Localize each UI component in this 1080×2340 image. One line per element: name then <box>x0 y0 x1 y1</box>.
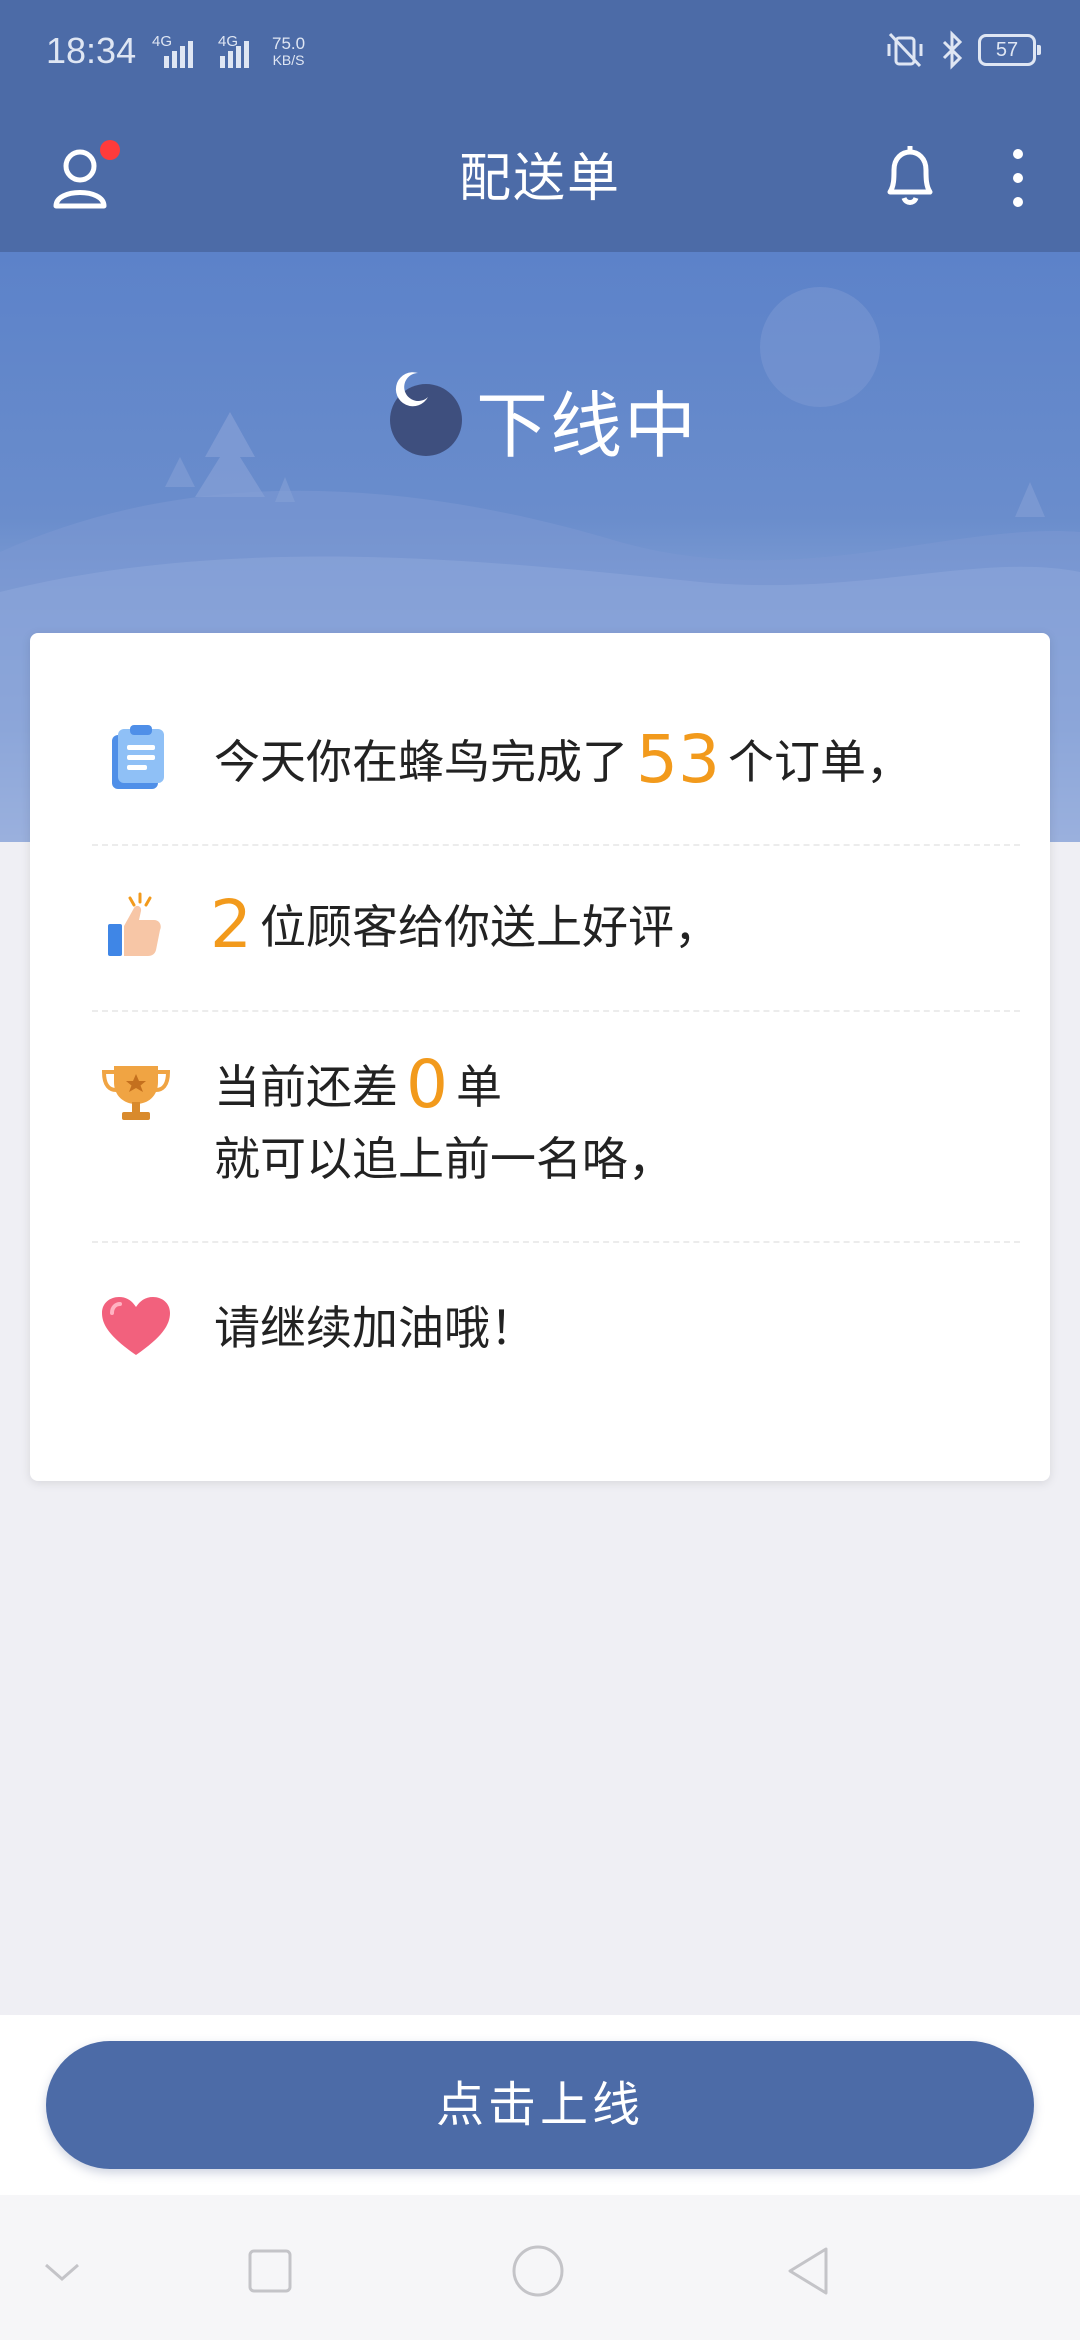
clipboard-icon <box>112 725 164 789</box>
notifications-button[interactable] <box>880 140 940 212</box>
orders-prefix: 今天你在蜂鸟完成了 <box>214 735 628 789</box>
app-header: 配送单 <box>0 104 1080 252</box>
divider <box>92 844 1020 846</box>
reviews-count: 2 <box>210 886 252 963</box>
summary-row-rank: 当前还差 0 单 就可以追上前一名咯， <box>30 1048 1050 1208</box>
network-speed: 75.0 KB/S <box>272 34 306 68</box>
reviews-text: 2 位顾客给你送上好评， <box>210 892 720 958</box>
orders-suffix: 个订单， <box>727 735 912 789</box>
more-options-button[interactable] <box>1000 144 1036 212</box>
summary-row-reviews: 2 位顾客给你送上好评， <box>30 888 1050 978</box>
system-nav-bar <box>0 2195 1080 2340</box>
status-time: 18:34 <box>46 30 137 71</box>
triangle-back-icon[interactable] <box>780 2243 836 2299</box>
speed-value: 75.0 <box>272 34 306 53</box>
thumbs-up-icon <box>108 892 161 956</box>
daily-summary-card: 今天你在蜂鸟完成了 53 个订单， 2 位顾客给你送上好评， 当前还差 0 单 就可以追上… <box>30 633 1050 1481</box>
encourage-text: 请继续加油哦！ <box>214 1301 536 1355</box>
trophy-icon <box>101 1066 171 1120</box>
speed-unit: KB/S <box>272 52 305 68</box>
square-icon[interactable] <box>242 2243 298 2299</box>
circle-home-icon[interactable] <box>510 2243 566 2299</box>
battery-icon: 57 <box>978 34 1041 66</box>
reviews-suffix: 位顾客给你送上好评， <box>260 900 720 954</box>
go-online-button[interactable]: 点击上线 <box>46 2041 1034 2169</box>
orders-count: 53 <box>636 721 720 798</box>
divider <box>92 1241 1020 1243</box>
chevron-down-icon[interactable] <box>34 2243 90 2299</box>
summary-row-encourage: 请继续加油哦！ <box>30 1291 1050 1381</box>
status-text: 下线中 <box>476 384 699 468</box>
status-bar: 18:34 4G 4G 75.0 KB/S 57 <box>0 0 1080 104</box>
divider <box>92 1010 1020 1012</box>
bell-icon <box>887 146 933 205</box>
moon-icon <box>390 372 462 456</box>
summary-row-orders: 今天你在蜂鸟完成了 53 个订单， <box>30 723 1050 813</box>
signal-bars-icon <box>164 41 193 68</box>
vibrate-off-icon <box>887 32 923 68</box>
signal-bars-icon-2 <box>220 41 249 68</box>
bluetooth-icon <box>942 30 963 70</box>
more-vertical-icon <box>1013 149 1023 207</box>
rank-gap-count: 0 <box>406 1046 448 1123</box>
orders-text: 今天你在蜂鸟完成了 53 个订单， <box>214 727 912 793</box>
rank-prefix: 当前还差 <box>214 1060 398 1114</box>
heart-icon <box>102 1297 170 1355</box>
bottom-action-area: 点击上线 <box>0 2015 1080 2195</box>
online-status: 下线中 <box>390 367 698 472</box>
rank-suffix: 单 <box>456 1060 502 1114</box>
rank-text-line1: 当前还差 0 单 <box>214 1052 502 1118</box>
status-icons: 57 <box>884 30 1041 70</box>
rank-text-line2: 就可以追上前一名咯， <box>214 1132 674 1186</box>
